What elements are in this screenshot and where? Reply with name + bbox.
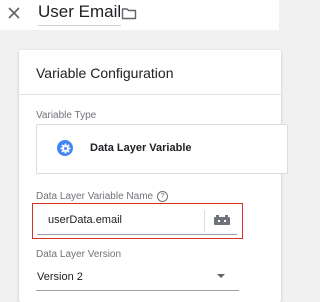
data-layer-variable-name-label-row: Data Layer Variable Name ? [36,191,169,202]
folder-icon [121,7,137,19]
help-icon[interactable]: ? [157,191,169,202]
input-divider [204,210,205,232]
chevron-down-icon [217,274,225,278]
data-layer-variable-name-input[interactable]: userData.email [37,207,237,235]
variable-name-title[interactable]: User Email [38,1,122,26]
variable-type-label: Variable Type [36,110,97,121]
data-layer-version-value: Version 2 [37,271,83,283]
card-header: Variable Configuration [19,50,281,95]
data-layer-version-select[interactable]: Version 2 [36,265,239,291]
close-icon [8,7,20,19]
insert-variable-button[interactable] [212,213,232,227]
folder-button[interactable] [118,3,140,23]
card-title: Variable Configuration [36,65,174,81]
data-layer-variable-name-label: Data Layer Variable Name [36,191,154,202]
variable-picker-icon [214,215,230,225]
data-layer-version-label: Data Layer Version [36,249,122,260]
variable-type-name: Data Layer Variable [90,142,192,154]
close-button[interactable] [3,2,25,24]
editor-header: User Email [0,0,279,30]
data-layer-variable-name-value: userData.email [48,214,122,226]
variable-type-selector[interactable]: Data Layer Variable [36,124,288,174]
gear-icon [57,140,73,156]
variable-configuration-card: Variable Configuration Variable Type Dat… [19,50,288,302]
